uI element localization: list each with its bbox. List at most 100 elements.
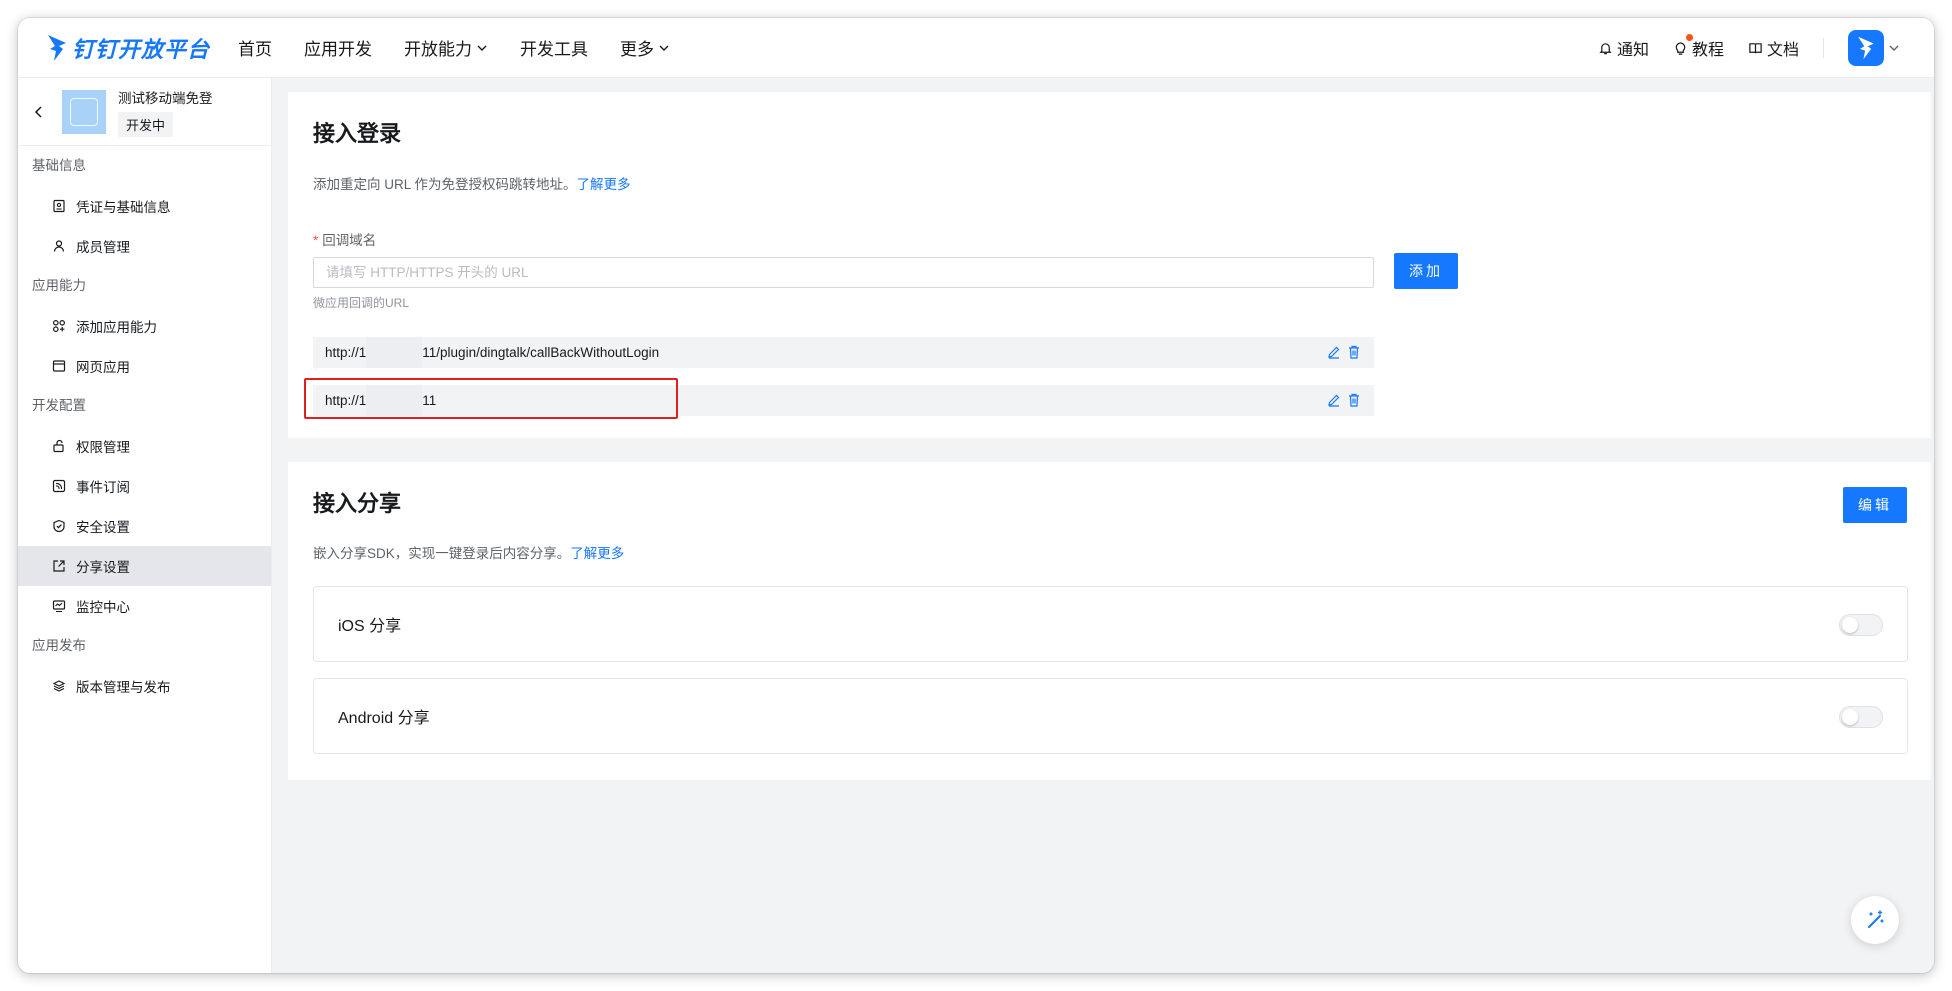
header-divider [1823, 38, 1824, 58]
back-arrow-icon[interactable] [32, 105, 46, 119]
share-option-label: iOS 分享 [338, 618, 402, 635]
sidebar-item-event-subscription[interactable]: 事件订阅 [18, 466, 271, 506]
layers-icon [52, 680, 66, 692]
avatar [1848, 30, 1884, 66]
top-navbar: 钉钉开放平台 首页 应用开发 开放能力 开发工具 更多 通知 教程 文档 [18, 18, 1934, 78]
tutorial-link[interactable]: 教程 [1673, 34, 1724, 60]
row-actions [1322, 392, 1362, 408]
magic-wand-icon [1868, 910, 1884, 928]
nav-item-open-capability[interactable]: 开放能力 [404, 35, 488, 60]
ai-assistant-button[interactable] [1851, 896, 1899, 944]
nav-item-label: 开发工具 [520, 40, 588, 59]
sidebar-item-permissions[interactable]: 权限管理 [18, 426, 271, 466]
delete-icon[interactable] [1346, 344, 1362, 360]
app-header: 测试移动端免登 开发中 [18, 78, 271, 146]
edit-icon[interactable] [1326, 392, 1342, 408]
desc-text: 嵌入分享SDK，实现一键登录后内容分享。 [313, 546, 571, 561]
section-desc: 嵌入分享SDK，实现一键登录后内容分享。了解更多 [313, 542, 624, 562]
share-option-label: Android 分享 [338, 710, 430, 727]
field-label-text: 回调域名 [322, 233, 377, 248]
header-actions: 通知 教程 文档 [1574, 18, 1900, 78]
nav-item-more[interactable]: 更多 [620, 35, 670, 60]
sidebar-item-label: 版本管理与发布 [76, 680, 171, 695]
sidebar-item-security[interactable]: 安全设置 [18, 506, 271, 546]
sidebar-item-label: 事件订阅 [76, 480, 130, 495]
group-label-basic: 基础信息 [32, 158, 86, 173]
browser-icon [52, 360, 66, 372]
share-icon [53, 560, 65, 572]
ios-share-toggle[interactable] [1839, 614, 1883, 636]
logo-text: 钉钉开放平台 [72, 36, 211, 62]
tutorial-label: 教程 [1691, 42, 1724, 59]
url-suffix: 11/plugin/dingtalk/callBackWithoutLogin [422, 345, 660, 360]
sidebar-item-label: 网页应用 [76, 360, 130, 375]
chevron-down-icon [659, 45, 669, 51]
nav-item-dev-tools[interactable]: 开发工具 [520, 35, 588, 60]
apps-add-icon [52, 319, 66, 333]
learn-more-link[interactable]: 了解更多 [570, 546, 624, 561]
app-window: 钉钉开放平台 首页 应用开发 开放能力 开发工具 更多 通知 教程 文档 测试移… [18, 18, 1934, 973]
delete-icon[interactable] [1346, 392, 1362, 408]
app-icon [62, 89, 106, 134]
book-icon [1749, 42, 1762, 53]
user-menu[interactable] [1848, 30, 1900, 66]
android-share-toggle[interactable] [1839, 706, 1883, 728]
nav-item-label: 开放能力 [404, 40, 472, 59]
url-prefix: http://1 [325, 345, 367, 360]
chevron-down-icon [477, 45, 487, 51]
group-label-release: 应用发布 [32, 638, 86, 653]
sidebar-item-label: 权限管理 [76, 440, 130, 455]
sidebar-item-label: 分享设置 [76, 560, 130, 575]
nav-item-label: 应用开发 [304, 40, 372, 59]
sidebar-item-monitor[interactable]: 监控中心 [18, 586, 271, 626]
credential-icon [53, 199, 65, 213]
group-label-capability: 应用能力 [32, 278, 86, 293]
desc-text: 添加重定向 URL 作为免登授权码跳转地址。 [313, 177, 577, 192]
sidebar-item-web-app[interactable]: 网页应用 [18, 346, 271, 386]
notification-label: 通知 [1616, 42, 1649, 59]
sidebar-item-version-release[interactable]: 版本管理与发布 [18, 666, 271, 706]
status-badge: 开发中 [118, 111, 174, 137]
share-section: 接入分享 编辑 嵌入分享SDK，实现一键登录后内容分享。了解更多 iOS 分享 … [288, 462, 1931, 780]
url-list-item: http://1 11/plugin/dingtalk/callBackWitho… [313, 337, 1374, 368]
chevron-down-icon [1889, 45, 1899, 51]
nav-item-home[interactable]: 首页 [238, 35, 272, 60]
lock-icon [53, 439, 64, 453]
dingtalk-logo-icon [48, 34, 66, 61]
main-nav: 首页 应用开发 开放能力 开发工具 更多 [238, 35, 702, 60]
group-label-dev-config: 开发配置 [32, 398, 86, 413]
sidebar: 测试移动端免登 开发中 基础信息 凭证与基础信息 成员管理 应用能力 添加应用能… [18, 78, 272, 973]
app-name: 测试移动端免登 [118, 90, 213, 106]
docs-link[interactable]: 文档 [1748, 36, 1799, 60]
edit-icon[interactable] [1326, 344, 1342, 360]
user-icon [53, 240, 65, 252]
sidebar-item-label: 凭证与基础信息 [76, 200, 171, 215]
notification-link[interactable]: 通知 [1598, 36, 1649, 60]
sidebar-item-share-settings[interactable]: 分享设置 [18, 546, 271, 586]
shield-icon [53, 519, 65, 533]
logo[interactable]: 钉钉开放平台 [46, 32, 226, 64]
dingtalk-logo-icon [1858, 36, 1874, 60]
sidebar-item-label: 监控中心 [76, 600, 130, 615]
share-option-ios: iOS 分享 [313, 586, 1908, 662]
lightbulb-icon [1675, 41, 1686, 55]
nav-item-app-dev[interactable]: 应用开发 [304, 35, 372, 60]
redacted-mask [366, 337, 423, 368]
bell-icon [1599, 42, 1612, 54]
login-section: 接入登录 添加重定向 URL 作为免登授权码跳转地址。了解更多 *回调域名 添加… [288, 92, 1931, 438]
edit-button[interactable]: 编辑 [1843, 487, 1907, 523]
callback-url-input[interactable] [313, 257, 1374, 288]
sidebar-item-credentials[interactable]: 凭证与基础信息 [18, 186, 271, 226]
docs-label: 文档 [1766, 42, 1799, 59]
share-option-android: Android 分享 [313, 678, 1908, 754]
nav-item-label: 首页 [238, 40, 272, 59]
sidebar-item-members[interactable]: 成员管理 [18, 226, 271, 266]
sidebar-item-add-capability[interactable]: 添加应用能力 [18, 306, 271, 346]
field-hint: 微应用回调的URL [313, 296, 410, 310]
unread-dot [1685, 34, 1693, 41]
highlight-box [304, 378, 678, 419]
add-button[interactable]: 添加 [1394, 253, 1458, 289]
learn-more-link[interactable]: 了解更多 [577, 177, 631, 192]
nav-item-label: 更多 [620, 40, 654, 59]
sidebar-item-label: 安全设置 [76, 520, 130, 535]
